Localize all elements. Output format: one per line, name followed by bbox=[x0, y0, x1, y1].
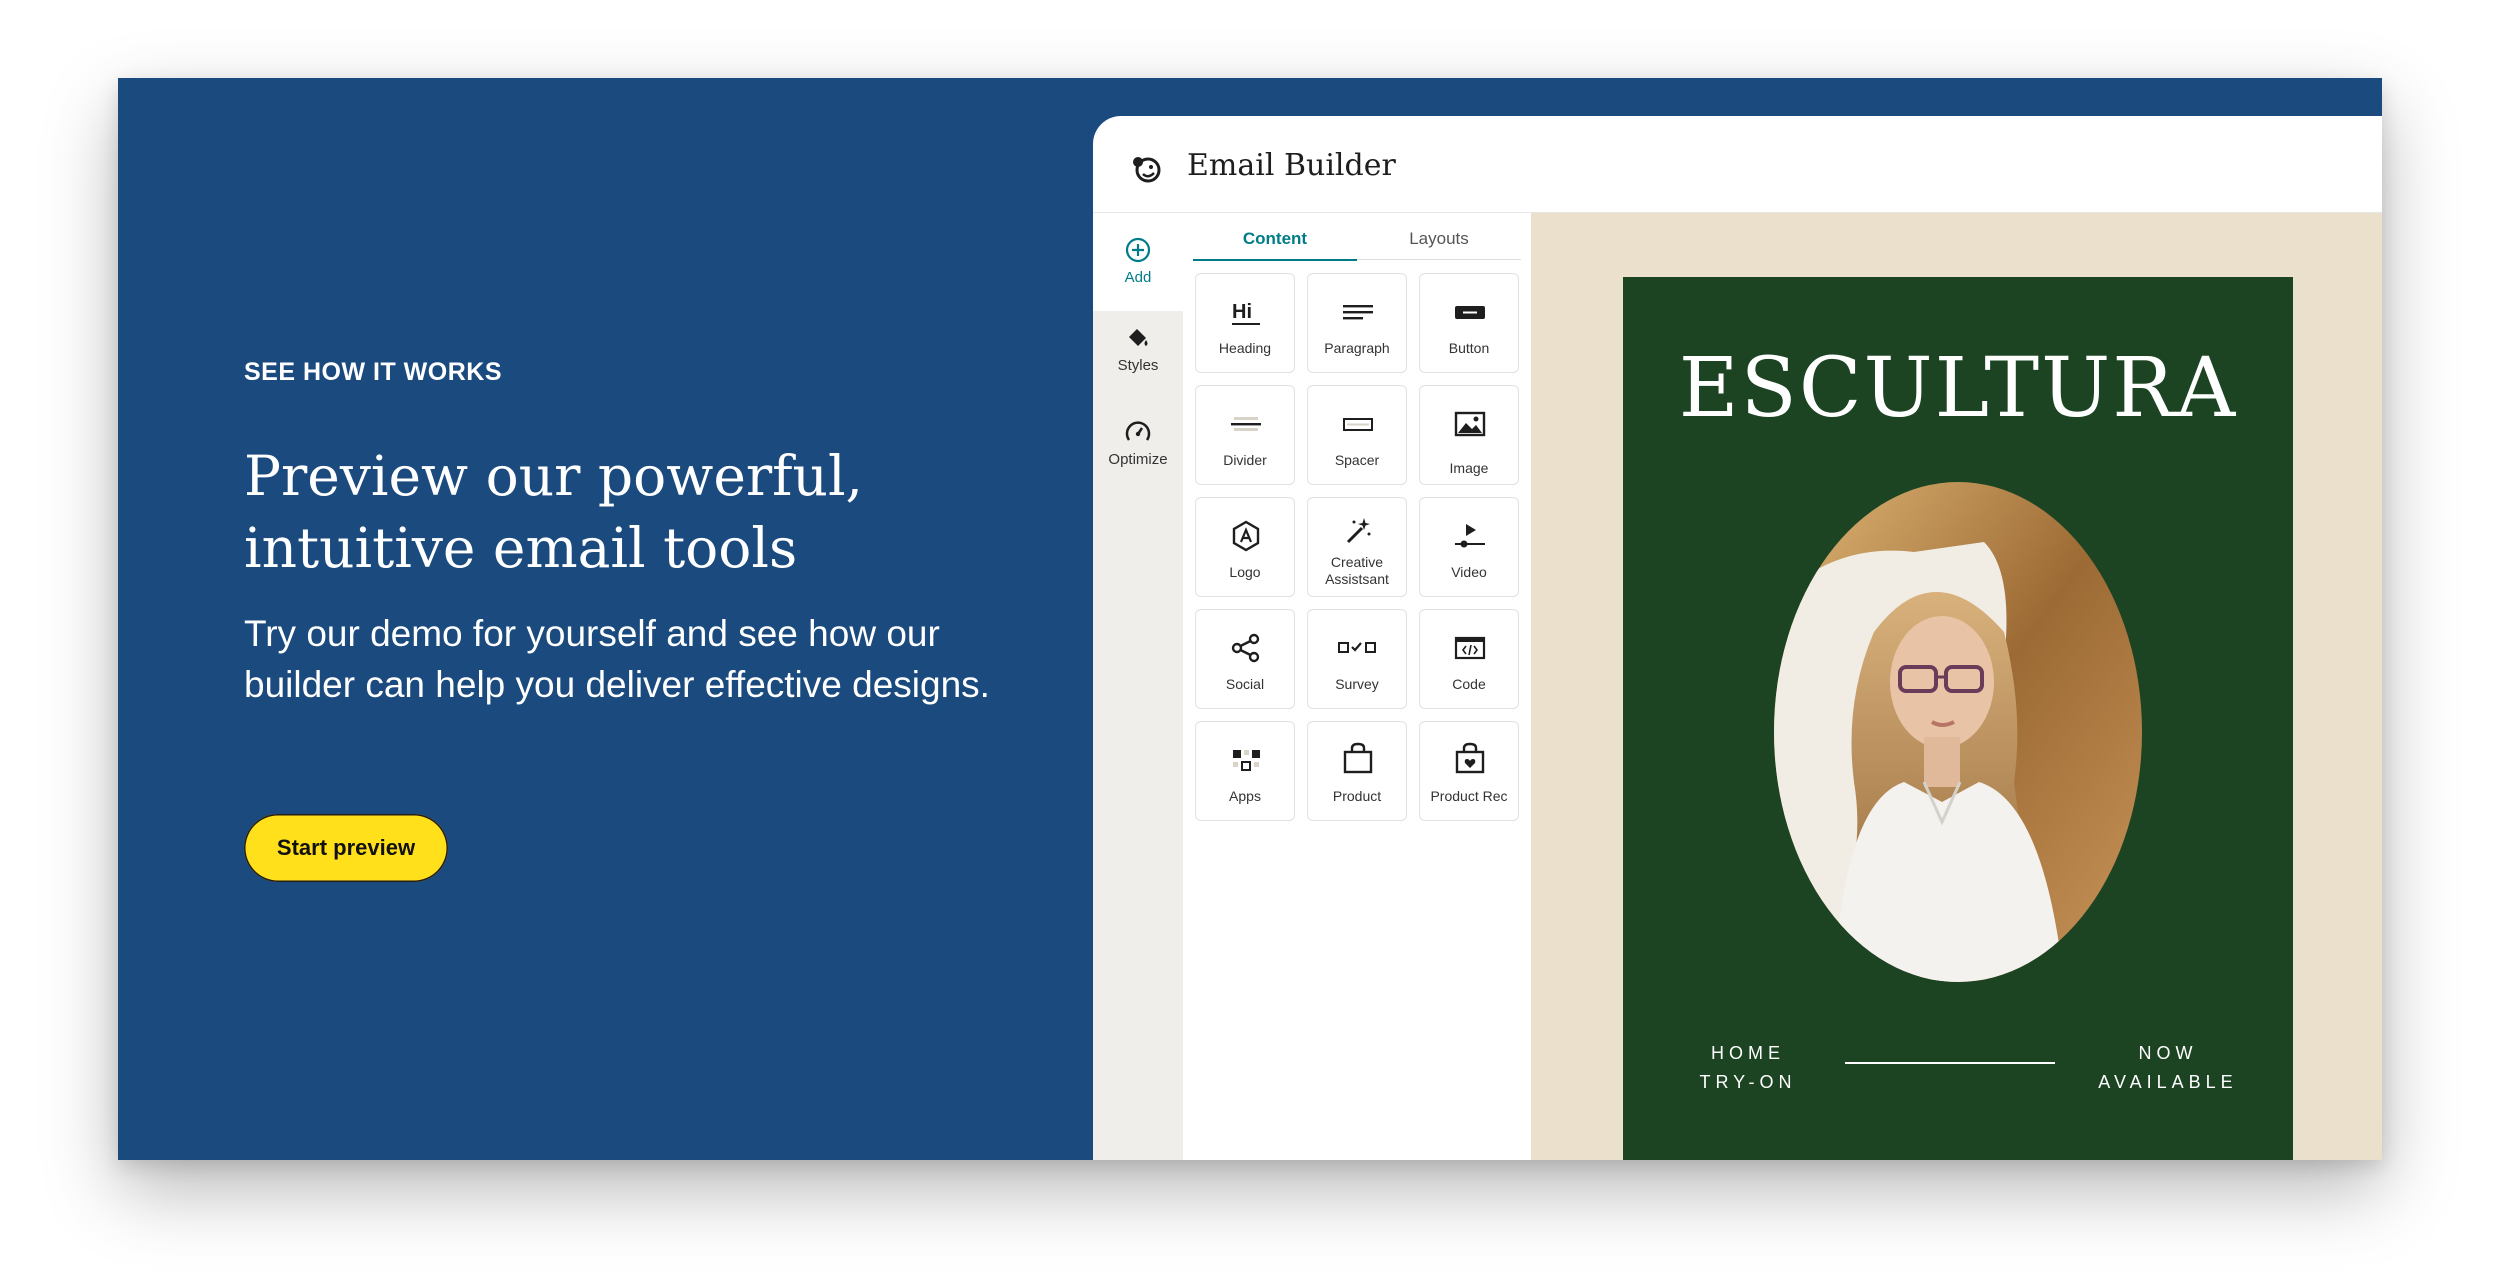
block-label: Product Rec bbox=[1430, 788, 1508, 804]
block-survey[interactable]: Survey bbox=[1307, 609, 1407, 709]
block-image[interactable]: Image bbox=[1419, 385, 1519, 485]
tagline-left-line2: TRY-ON bbox=[1699, 1072, 1797, 1092]
eyebrow-label: SEE HOW IT WORKS bbox=[244, 358, 502, 386]
spacer-icon bbox=[1343, 418, 1373, 431]
start-preview-button[interactable]: Start preview bbox=[244, 814, 448, 882]
block-label: Button bbox=[1448, 340, 1490, 356]
shopping-bag-icon bbox=[1343, 742, 1373, 774]
block-label-line2: Assistsant bbox=[1325, 571, 1389, 587]
rail-label-add: Add bbox=[1124, 269, 1152, 286]
hero-card: SEE HOW IT WORKS Preview our powerful, i… bbox=[118, 78, 2382, 1160]
block-product[interactable]: Product bbox=[1307, 721, 1407, 821]
apps-icon bbox=[1233, 750, 1260, 771]
product-rec-icon bbox=[1455, 742, 1485, 774]
builder-title: Email Builder bbox=[1187, 148, 1396, 183]
portrait-illustration bbox=[1774, 482, 2142, 982]
share-icon bbox=[1231, 633, 1260, 663]
block-label: Survey bbox=[1335, 676, 1379, 692]
portrait-image[interactable] bbox=[1774, 482, 2142, 982]
headline-line-2: intuitive email tools bbox=[244, 516, 798, 580]
block-label-line1: Creative bbox=[1330, 554, 1384, 570]
email-brand-title: ESCULTURA bbox=[1678, 341, 2238, 436]
email-divider-line bbox=[1845, 1062, 2055, 1064]
block-logo[interactable]: Logo bbox=[1195, 497, 1295, 597]
magic-wand-icon bbox=[1346, 518, 1371, 544]
block-label: Social bbox=[1225, 676, 1265, 692]
block-label: Divider bbox=[1223, 452, 1267, 468]
email-preview[interactable]: ESCULTURA HOME TRY-ON NOW AVAILABLE bbox=[1623, 277, 2293, 1160]
gauge-icon bbox=[1125, 421, 1151, 441]
email-tagline-right: NOW AVAILABLE bbox=[2083, 1039, 2253, 1097]
block-label: Logo bbox=[1229, 564, 1261, 580]
block-code[interactable]: Code bbox=[1419, 609, 1519, 709]
rail-item-optimize[interactable]: Optimize bbox=[1093, 419, 1183, 468]
block-creative-assistant[interactable]: Creative Assistsant bbox=[1307, 497, 1407, 597]
block-label: Apps bbox=[1229, 788, 1261, 804]
block-spacer[interactable]: Spacer bbox=[1307, 385, 1407, 485]
block-divider[interactable]: Divider bbox=[1195, 385, 1295, 485]
block-label: Spacer bbox=[1334, 452, 1380, 468]
block-paragraph[interactable]: Paragraph bbox=[1307, 273, 1407, 373]
heading-icon-text: Hi bbox=[1232, 301, 1252, 323]
survey-icon bbox=[1338, 642, 1376, 653]
rail-label-styles: Styles bbox=[1117, 357, 1159, 374]
block-button[interactable]: Button bbox=[1419, 273, 1519, 373]
email-tagline-left: HOME TRY-ON bbox=[1683, 1039, 1813, 1097]
heading-icon: Hi bbox=[1232, 301, 1260, 325]
block-apps[interactable]: Apps bbox=[1195, 721, 1295, 821]
block-video[interactable]: Video bbox=[1419, 497, 1519, 597]
video-icon bbox=[1455, 524, 1485, 548]
block-label: Heading bbox=[1218, 340, 1272, 356]
mailchimp-logo-icon bbox=[1133, 157, 1161, 183]
email-builder-window: Email Builder Add Styles Optimize Conten… bbox=[1093, 116, 2382, 1160]
block-label: Product bbox=[1332, 788, 1382, 804]
tab-layouts[interactable]: Layouts bbox=[1357, 229, 1521, 260]
content-panel: Content Layouts Hi Heading Paragraph But… bbox=[1185, 213, 1530, 1160]
block-label: Video bbox=[1451, 564, 1487, 580]
logo-icon bbox=[1232, 520, 1260, 552]
button-icon bbox=[1455, 306, 1485, 319]
rail-item-styles[interactable]: Styles bbox=[1093, 325, 1183, 374]
hero-subtext: Try our demo for yourself and see how ou… bbox=[244, 613, 990, 705]
rail-label-optimize: Optimize bbox=[1108, 451, 1168, 468]
tagline-right-line2: AVAILABLE bbox=[2098, 1072, 2238, 1092]
block-label: Image bbox=[1449, 460, 1489, 476]
hero-headline: Preview our powerful, intuitive email to… bbox=[244, 440, 1064, 584]
block-label: Code bbox=[1452, 676, 1486, 692]
headline-line-1: Preview our powerful, bbox=[244, 444, 864, 508]
block-product-rec[interactable]: Product Rec bbox=[1419, 721, 1519, 821]
block-social[interactable]: Social bbox=[1195, 609, 1295, 709]
paragraph-icon bbox=[1343, 305, 1373, 320]
code-icon bbox=[1454, 636, 1486, 660]
plus-circle-icon bbox=[1125, 237, 1151, 263]
image-icon bbox=[1454, 411, 1486, 437]
divider-icon bbox=[1231, 417, 1261, 431]
block-heading[interactable]: Hi Heading bbox=[1195, 273, 1295, 373]
tagline-right-line1: NOW bbox=[2138, 1043, 2198, 1063]
tagline-left-line1: HOME bbox=[1711, 1043, 1785, 1063]
builder-header: Email Builder bbox=[1093, 116, 2382, 213]
block-label: Paragraph bbox=[1324, 340, 1390, 356]
rail-item-add[interactable]: Add bbox=[1093, 213, 1183, 311]
builder-sidebar-rail: Add Styles Optimize bbox=[1093, 213, 1183, 1160]
tab-content[interactable]: Content bbox=[1193, 229, 1357, 261]
email-canvas: ESCULTURA HOME TRY-ON NOW AVAILABLE bbox=[1531, 213, 2382, 1160]
paint-bucket-icon bbox=[1129, 329, 1148, 346]
